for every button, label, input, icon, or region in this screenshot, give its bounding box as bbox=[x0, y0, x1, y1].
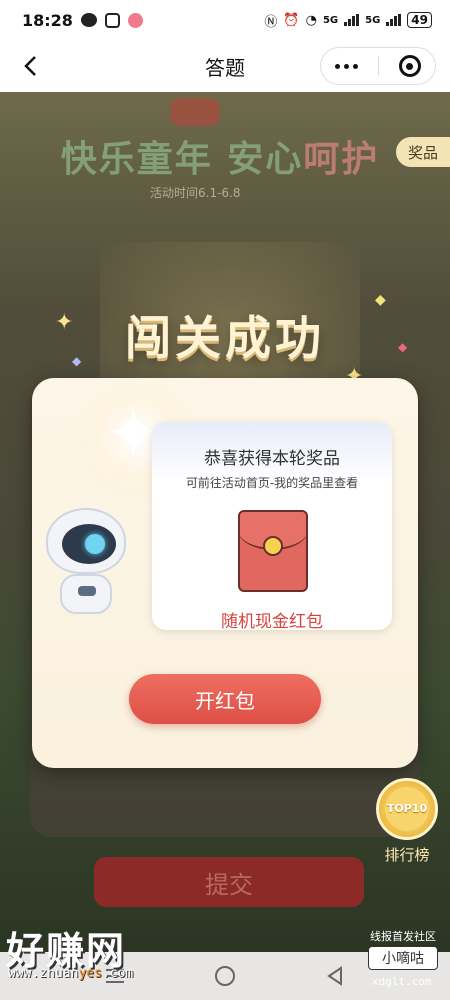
wifi-icon: ◔ bbox=[305, 12, 317, 28]
status-time: 18:28 bbox=[22, 10, 73, 30]
reward-modal: ✦ 恭喜获得本轮奖品 可前往活动首页-我的奖品里查看 随机现金红包 开红包 bbox=[32, 378, 418, 768]
watermark-url-highlight: yes bbox=[78, 966, 102, 981]
watermark-right-url: xdglt.com bbox=[372, 975, 432, 988]
home-icon bbox=[215, 966, 235, 986]
red-envelope-icon bbox=[238, 510, 308, 592]
signal-icon bbox=[344, 14, 360, 26]
top10-badge-icon: TOP 10 bbox=[376, 778, 438, 840]
home-button[interactable] bbox=[211, 962, 239, 990]
miniprogram-capsule bbox=[320, 47, 436, 85]
watermark-url-pre: www.zhuan bbox=[8, 966, 79, 981]
watermark-url: www.zhuanyes.com bbox=[8, 966, 133, 981]
nav-bar: 答题 bbox=[0, 40, 450, 92]
more-dots-icon bbox=[335, 63, 358, 69]
ranking-button[interactable]: TOP 10 排行榜 bbox=[372, 778, 442, 868]
status-bar: 18:28 Ⓝ ⏰ ◔ 5G 5G 49 bbox=[0, 0, 450, 40]
watermark-right-caption: 线报首发社区 bbox=[370, 930, 436, 943]
status-right: Ⓝ ⏰ ◔ 5G 5G 49 bbox=[264, 11, 432, 30]
confetti-star-icon: ✦ bbox=[55, 310, 74, 335]
back-button[interactable] bbox=[14, 50, 46, 82]
watermark-url-post: .com bbox=[101, 966, 134, 981]
submit-button[interactable]: 提交 bbox=[94, 857, 364, 907]
watermark-right-box: 小嘀咕 bbox=[368, 946, 438, 970]
badge-top-text: TOP bbox=[386, 802, 412, 815]
status-left: 18:28 bbox=[22, 11, 143, 30]
target-icon bbox=[398, 55, 421, 77]
signal-icon-2 bbox=[386, 14, 402, 26]
system-back-button[interactable] bbox=[321, 962, 349, 990]
close-miniprogram-button[interactable] bbox=[390, 51, 430, 81]
confetti-icon: ◆ bbox=[72, 354, 82, 368]
network-label: 5G bbox=[322, 14, 339, 26]
capsule-divider bbox=[377, 56, 379, 76]
banner-slogan: 快乐童年 安心呵护 bbox=[60, 130, 380, 182]
activity-time: 活动时间6.1-6.8 bbox=[150, 186, 241, 200]
prize-name: 随机现金红包 bbox=[221, 612, 323, 632]
brand-logo bbox=[170, 98, 220, 126]
more-button[interactable] bbox=[327, 51, 367, 81]
hint-text: 可前往活动首页-我的奖品里查看 bbox=[185, 476, 359, 490]
alarm-icon: ⏰ bbox=[283, 12, 300, 28]
congrats-text: 恭喜获得本轮奖品 bbox=[204, 449, 340, 469]
robot-mascot bbox=[42, 508, 132, 618]
prize-tab-button[interactable]: 奖品 bbox=[396, 137, 450, 167]
battery-icon: 49 bbox=[407, 12, 432, 28]
page-title: 答题 bbox=[205, 55, 245, 80]
nfc-icon: Ⓝ bbox=[264, 14, 278, 30]
ranking-label: 排行榜 bbox=[384, 846, 430, 864]
banner-slogan-part1: 快乐童年 安心 bbox=[60, 139, 304, 180]
app-badge-icon bbox=[127, 12, 143, 28]
network-label-2: 5G bbox=[365, 14, 381, 26]
confetti-icon: ◆ bbox=[398, 340, 408, 354]
confetti-icon: ◆ bbox=[375, 292, 386, 308]
badge-num-text: 10 bbox=[411, 802, 428, 815]
wechat-icon bbox=[80, 13, 97, 27]
banner-slogan-part2: 呵护 bbox=[303, 139, 380, 180]
chevron-left-icon bbox=[24, 56, 36, 76]
app-notification-icon bbox=[104, 12, 120, 28]
back-triangle-icon bbox=[327, 966, 342, 986]
open-red-envelope-button[interactable]: 开红包 bbox=[129, 674, 321, 724]
reward-info-card: 恭喜获得本轮奖品 可前往活动首页-我的奖品里查看 随机现金红包 bbox=[152, 422, 392, 632]
